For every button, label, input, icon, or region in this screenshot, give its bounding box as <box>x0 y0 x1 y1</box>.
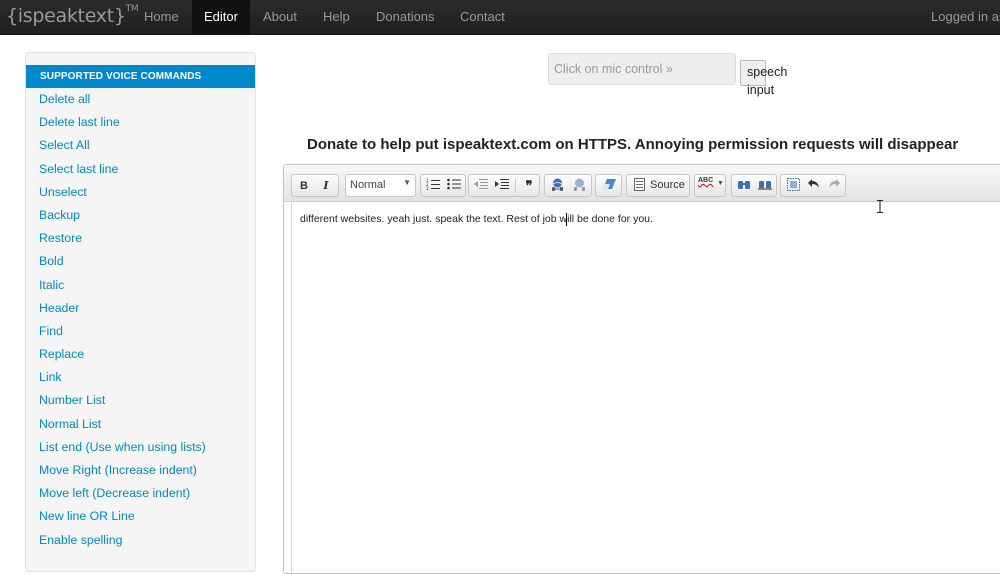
voice-commands-list: Delete all Delete last line Select All S… <box>26 88 255 552</box>
ibeam-cursor-icon <box>877 200 883 213</box>
bold-button[interactable]: B <box>296 178 312 194</box>
toolbar-separator <box>515 179 516 193</box>
command-header[interactable]: Header <box>26 297 255 320</box>
indent-group: ❞ <box>468 174 540 197</box>
numbered-list-icon[interactable]: 123 <box>425 178 441 194</box>
text-caret <box>566 213 567 226</box>
editor-toolbar: B I Normal ▼ 123 ❞ Source ABC ▼ <box>284 165 1000 202</box>
remove-format-group <box>595 174 622 197</box>
chevron-down-icon: ▼ <box>403 178 411 187</box>
format-combo[interactable]: Normal ▼ <box>345 174 416 197</box>
nav-donations[interactable]: Donations <box>364 0 447 35</box>
source-label: Source <box>650 179 685 191</box>
nav-contact[interactable]: Contact <box>448 0 517 35</box>
redo-icon[interactable] <box>826 178 842 194</box>
nav-about[interactable]: About <box>251 0 309 35</box>
replace-icon[interactable] <box>757 178 773 194</box>
spellcheck-icon: ABC <box>698 177 714 184</box>
command-list-end[interactable]: List end (Use when using lists) <box>26 436 255 459</box>
logged-in-status[interactable]: Logged in as <box>931 0 1000 35</box>
command-normal-list[interactable]: Normal List <box>26 413 255 436</box>
nav-home[interactable]: Home <box>132 0 191 35</box>
command-number-list[interactable]: Number List <box>26 389 255 412</box>
command-unselect[interactable]: Unselect <box>26 181 255 204</box>
spellcheck-group[interactable]: ABC ▼ <box>694 174 726 197</box>
editor-text: different websites. yeah just. speak the… <box>300 213 653 225</box>
mic-control-input[interactable]: Click on mic control » <box>548 53 736 85</box>
editor-content-area[interactable]: different websites. yeah just. speak the… <box>291 203 1000 573</box>
voice-commands-sidebar: SUPPORTED VOICE COMMANDS Delete all Dele… <box>25 52 256 572</box>
brand-logo[interactable]: {ispeaktext}TM <box>6 4 139 27</box>
link-icon[interactable] <box>549 178 565 194</box>
find-icon[interactable] <box>736 178 752 194</box>
command-move-right[interactable]: Move Right (Increase indent) <box>26 459 255 482</box>
speech-input-label: speech input <box>747 65 788 97</box>
bulleted-list-icon[interactable] <box>446 178 462 194</box>
rich-text-editor: B I Normal ▼ 123 ❞ Source ABC ▼ differen… <box>283 164 1000 574</box>
source-icon <box>631 178 647 194</box>
command-enable-spelling[interactable]: Enable spelling <box>26 529 255 552</box>
brand-name: {ispeaktext} <box>6 5 126 27</box>
command-move-left[interactable]: Move left (Decrease indent) <box>26 482 255 505</box>
basic-styles-group: B I <box>291 174 339 197</box>
list-group: 123 <box>420 174 466 197</box>
nav-help[interactable]: Help <box>311 0 362 35</box>
eraser-icon[interactable] <box>601 178 617 194</box>
unlink-icon[interactable] <box>571 178 587 194</box>
command-select-all[interactable]: Select All <box>26 134 255 157</box>
command-find[interactable]: Find <box>26 320 255 343</box>
format-value: Normal <box>350 179 386 191</box>
svg-text:3: 3 <box>426 186 429 190</box>
italic-button[interactable]: I <box>318 178 334 194</box>
nav-editor[interactable]: Editor <box>192 0 250 35</box>
command-restore[interactable]: Restore <box>26 227 255 250</box>
command-bold[interactable]: Bold <box>26 250 255 273</box>
command-new-line[interactable]: New line OR Line <box>26 505 255 528</box>
sidebar-header: SUPPORTED VOICE COMMANDS <box>26 65 255 88</box>
decrease-indent-icon[interactable] <box>473 178 489 194</box>
source-group[interactable]: Source <box>626 174 690 197</box>
command-delete-last-line[interactable]: Delete last line <box>26 111 255 134</box>
command-link[interactable]: Link <box>26 366 255 389</box>
command-delete-all[interactable]: Delete all <box>26 88 255 111</box>
undo-icon[interactable] <box>806 178 822 194</box>
chevron-down-icon: ▼ <box>717 180 724 187</box>
blockquote-icon[interactable]: ❞ <box>521 178 537 194</box>
find-group <box>731 174 777 197</box>
history-group <box>780 174 846 197</box>
command-backup[interactable]: Backup <box>26 204 255 227</box>
command-select-last-line[interactable]: Select last line <box>26 158 255 181</box>
select-all-icon[interactable] <box>785 178 801 194</box>
top-navbar: {ispeaktext}TM Home Editor About Help Do… <box>0 0 1000 35</box>
command-replace[interactable]: Replace <box>26 343 255 366</box>
command-italic[interactable]: Italic <box>26 274 255 297</box>
donate-banner: Donate to help put ispeaktext.com on HTT… <box>307 136 959 153</box>
link-group <box>544 174 592 197</box>
increase-indent-icon[interactable] <box>494 178 510 194</box>
